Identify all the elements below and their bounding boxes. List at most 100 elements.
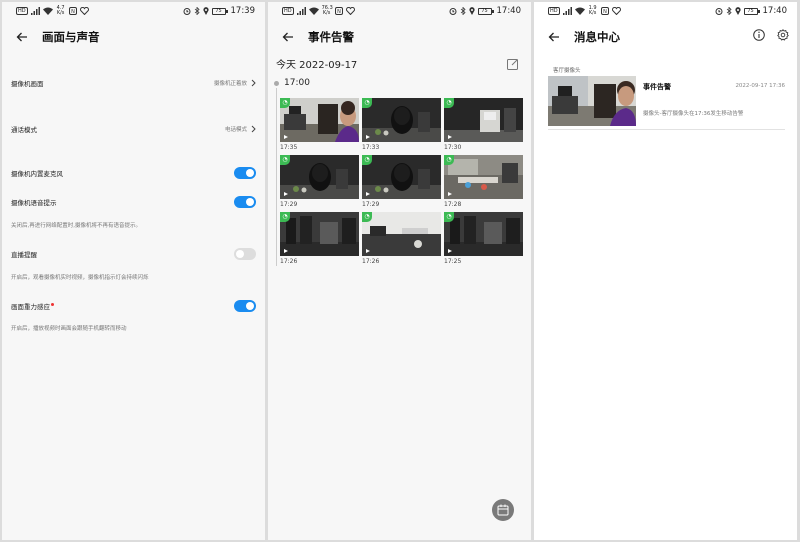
- wifi-icon: [308, 7, 319, 15]
- event-time: 17:25: [444, 258, 462, 265]
- net-speed: 1.9 K/s: [588, 5, 597, 16]
- play-icon: [448, 249, 452, 253]
- play-icon: [284, 192, 288, 196]
- event-item[interactable]: ◔ 17:30: [444, 98, 523, 155]
- info-icon[interactable]: [753, 29, 765, 41]
- motion-tag-icon: ◔: [362, 98, 372, 108]
- live-reminder-label: 直播提醒: [11, 251, 37, 259]
- gravity-label: 画面重力感应: [11, 301, 54, 311]
- motion-tag-icon: ◔: [362, 212, 372, 222]
- event-thumbnail: ◔: [444, 212, 523, 256]
- timeline-line: [276, 88, 277, 266]
- section-label: 客厅摄像头: [553, 68, 581, 74]
- event-thumbnail: ◔: [362, 155, 441, 199]
- play-icon: [366, 249, 370, 253]
- message-desc: 摄像头-客厅摄像头在17:36发生移动告警: [643, 111, 744, 117]
- hd-icon: HD: [548, 7, 560, 15]
- calendar-icon: [497, 504, 509, 516]
- wifi-icon: [574, 7, 585, 15]
- message-center-screen: HD 1.9 K/s N 75 17:40 消息中心 客厅摄像头 事件告警 20…: [534, 2, 797, 540]
- live-reminder-toggle[interactable]: [234, 248, 256, 260]
- signal-icon: [562, 7, 572, 15]
- hour-group: 17:00: [274, 78, 310, 88]
- motion-tag-icon: ◔: [444, 155, 454, 165]
- event-item[interactable]: ◔ 17:28: [444, 155, 523, 212]
- play-icon: [366, 135, 370, 139]
- camera-picture-value: 摄像机正着放: [213, 81, 247, 87]
- event-item[interactable]: ◔ 17:25: [444, 212, 523, 269]
- camera-picture-label: 摄像机画面: [11, 80, 44, 88]
- top-bar: 画面与声音: [2, 26, 265, 48]
- play-icon: [284, 249, 288, 253]
- play-icon: [366, 192, 370, 196]
- message-item[interactable]: 事件告警 2022-09-17 17:36 摄像头-客厅摄像头在17:36发生移…: [548, 74, 785, 130]
- motion-tag-icon: ◔: [280, 212, 290, 222]
- motion-tag-icon: ◔: [280, 98, 290, 108]
- motion-tag-icon: ◔: [444, 98, 454, 108]
- alarm-icon: [449, 8, 456, 15]
- event-item[interactable]: ◔ 17:26: [280, 212, 359, 269]
- location-icon: [202, 7, 209, 15]
- date-header: 今天 2022-09-17: [276, 56, 519, 71]
- settings-screen: HD 4.7 K/s N 75 17:39 画面与声音 摄像机画面 摄像机正着放…: [2, 2, 265, 540]
- back-button[interactable]: [546, 29, 562, 45]
- event-item[interactable]: ◔ 17:29: [362, 155, 441, 212]
- play-icon: [284, 135, 288, 139]
- mic-toggle[interactable]: [234, 167, 256, 179]
- chevron-right-icon: [251, 79, 256, 87]
- hd-icon: HD: [282, 7, 294, 15]
- event-alert-screen: HD 76.3 K/s N 75 17:40 事件告警 今天 2022-09-1…: [268, 2, 531, 540]
- event-thumbnail: ◔: [362, 212, 441, 256]
- event-item[interactable]: ◔ 17:29: [280, 155, 359, 212]
- event-item[interactable]: ◔ 17:33: [362, 98, 441, 155]
- heart-icon: [611, 7, 621, 15]
- event-thumbnail: ◔: [280, 155, 359, 199]
- voice-prompt-label: 摄像机语音提示: [11, 199, 57, 207]
- back-button[interactable]: [14, 29, 30, 45]
- clock: 17:40: [496, 6, 522, 16]
- event-time: 17:30: [444, 144, 462, 151]
- play-icon: [448, 192, 452, 196]
- svg-text:N: N: [603, 9, 607, 15]
- message-thumbnail: [548, 76, 636, 126]
- voice-prompt-toggle[interactable]: [234, 196, 256, 208]
- event-thumbnail: ◔: [280, 212, 359, 256]
- call-mode-row[interactable]: 通话模式 电话模式: [11, 124, 256, 134]
- status-bar: HD 76.3 K/s N 75 17:40: [268, 2, 531, 20]
- clock: 17:39: [230, 6, 256, 16]
- live-reminder-desc: 开启后，观看摄像机实时视频，摄像机指示灯会持续闪烁: [11, 275, 149, 281]
- live-reminder-row: 直播提醒: [11, 248, 256, 260]
- chevron-right-icon: [251, 125, 256, 133]
- bluetooth-icon: [726, 7, 732, 15]
- event-time: 17:29: [280, 201, 298, 208]
- gear-icon[interactable]: [777, 29, 789, 41]
- event-time: 17:35: [280, 144, 298, 151]
- nfc-icon: N: [68, 7, 77, 15]
- event-thumbnail: ◔: [362, 98, 441, 142]
- play-icon: [448, 135, 452, 139]
- svg-text:N: N: [71, 9, 75, 15]
- back-arrow-icon: [16, 32, 27, 42]
- new-badge: [51, 303, 54, 306]
- gravity-toggle[interactable]: [234, 300, 256, 312]
- message-time: 2022-09-17 17:36: [735, 83, 785, 89]
- battery-icon: 75: [211, 7, 228, 15]
- event-item[interactable]: ◔ 17:26: [362, 212, 441, 269]
- event-grid: ◔ 17:35 ◔ 17:33 ◔ 17:30 ◔ 17:29 ◔ 17:29 ◔ 17:28 ◔ 17:…: [280, 98, 523, 269]
- alarm-icon: [183, 8, 190, 15]
- signal-icon: [30, 7, 40, 15]
- edit-icon[interactable]: [507, 58, 519, 70]
- event-item[interactable]: ◔ 17:35: [280, 98, 359, 155]
- back-arrow-icon: [548, 32, 559, 42]
- camera-picture-row[interactable]: 摄像机画面 摄像机正着放: [11, 78, 256, 88]
- back-button[interactable]: [280, 29, 296, 45]
- hour-label: 17:00: [284, 78, 310, 88]
- location-icon: [468, 7, 475, 15]
- alarm-icon: [715, 8, 722, 15]
- mic-label: 摄像机内置麦克风: [11, 170, 63, 178]
- location-icon: [734, 7, 741, 15]
- net-speed: 76.3 K/s: [321, 5, 333, 16]
- hd-icon: HD: [16, 7, 28, 15]
- calendar-button[interactable]: [492, 499, 514, 521]
- gravity-row: 画面重力感应: [11, 300, 256, 312]
